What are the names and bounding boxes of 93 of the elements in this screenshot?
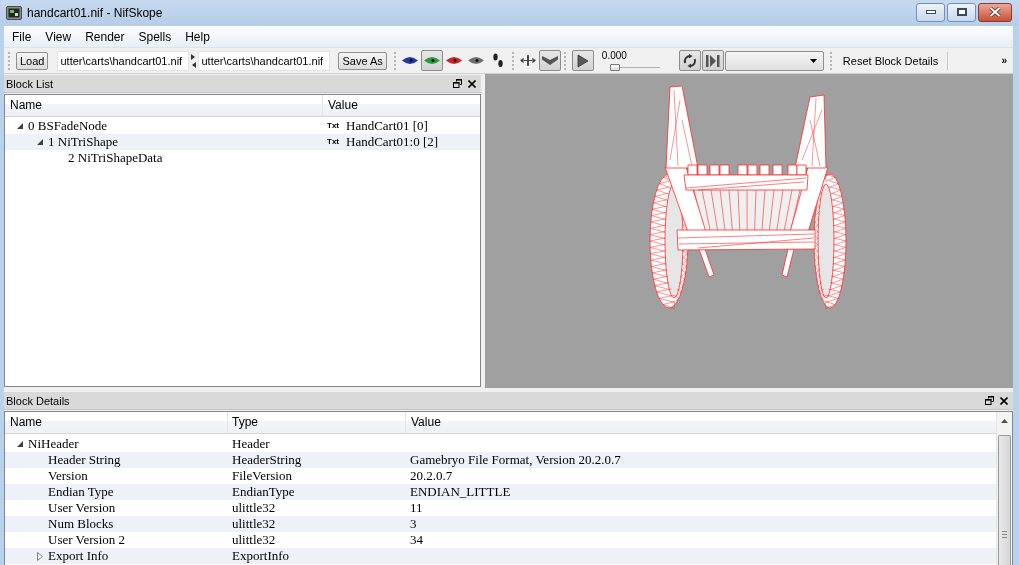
menu-item[interactable]: Help bbox=[178, 29, 217, 44]
expanded-triangle-icon[interactable] bbox=[17, 123, 23, 129]
loop-icon bbox=[682, 53, 697, 68]
close-button[interactable] bbox=[978, 2, 1012, 22]
tree-row[interactable]: 2 NiTriShapeData bbox=[5, 150, 480, 166]
block-name: 1 NiTriShape bbox=[48, 134, 118, 150]
window-title: handcart01.nif - NifSkope bbox=[27, 6, 164, 20]
close-icon[interactable] bbox=[1000, 396, 1008, 405]
close-icon bbox=[989, 7, 1001, 17]
scrollbar-thumb[interactable] bbox=[998, 435, 1011, 565]
table-row[interactable]: Version FileVersion 20.2.0.7 bbox=[5, 468, 996, 484]
save-as-button[interactable]: Save As bbox=[338, 51, 387, 70]
field-name: User Version 2 bbox=[48, 532, 126, 548]
field-type: ulittle32 bbox=[232, 500, 276, 516]
play-button[interactable] bbox=[571, 50, 594, 71]
block-value: HandCart01:0 [2] bbox=[346, 134, 439, 150]
table-row[interactable]: User Version 2 ulittle32 34 bbox=[5, 532, 996, 548]
field-type: ulittle32 bbox=[232, 516, 276, 532]
field-name: Export Info bbox=[48, 548, 109, 564]
arrows-bar-icon bbox=[519, 55, 536, 66]
table-row[interactable]: NiHeader Header bbox=[5, 436, 996, 452]
path-field[interactable]: utter\carts\handcart01.nif bbox=[57, 50, 190, 71]
menu-item[interactable]: Spells bbox=[131, 29, 179, 44]
dock-title: Block Details bbox=[6, 394, 71, 407]
field-value: ENDIAN_LITTLE bbox=[410, 484, 511, 499]
menu-item[interactable]: File bbox=[5, 29, 39, 44]
expanded-triangle-icon[interactable] bbox=[37, 139, 43, 145]
text-tag: Txt bbox=[327, 121, 339, 131]
field-type: ulittle32 bbox=[232, 532, 276, 548]
collapsed-triangle-icon[interactable] bbox=[37, 551, 43, 561]
float-icon[interactable] bbox=[453, 79, 462, 88]
field-name: Num Blocks bbox=[48, 516, 114, 532]
table-row[interactable]: Num Blocks ulittle32 3 bbox=[5, 516, 996, 532]
field-type: ExportInfo bbox=[232, 548, 290, 564]
loop-button[interactable] bbox=[678, 50, 701, 71]
field-value: 20.2.0.7 bbox=[410, 468, 453, 483]
time-value: 0.000 bbox=[600, 51, 627, 61]
chevron-down-icon bbox=[541, 56, 558, 65]
field-name: Version bbox=[48, 468, 88, 484]
scroll-up-icon[interactable] bbox=[1001, 419, 1008, 423]
tree-row[interactable]: 1 NiTriShape Txt HandCart01:0 [2] bbox=[5, 134, 480, 150]
field-name: Header String bbox=[48, 452, 121, 468]
play-icon bbox=[576, 53, 589, 68]
column-header[interactable]: Value bbox=[406, 412, 996, 433]
animation-dropdown[interactable] bbox=[724, 50, 824, 71]
step-end-icon bbox=[705, 54, 720, 67]
app-icon bbox=[6, 5, 22, 21]
block-name: 0 BSFadeNode bbox=[28, 118, 108, 134]
field-name: User Version bbox=[48, 500, 116, 516]
field-type: HeaderString bbox=[232, 452, 302, 468]
menu-item[interactable]: View bbox=[38, 29, 79, 44]
column-header[interactable]: Type bbox=[228, 412, 406, 433]
menu-item[interactable]: Render bbox=[78, 29, 132, 44]
field-value: 34 bbox=[410, 532, 423, 547]
table-row[interactable]: Header String HeaderString Gamebryo File Format, Version 20.2.0.7 bbox=[5, 452, 996, 468]
field-type: EndianType bbox=[232, 484, 295, 500]
path-field[interactable]: utter\carts\handcart01.nif bbox=[198, 50, 331, 71]
scrollbar[interactable] bbox=[996, 412, 1012, 565]
splitter-handle-icon[interactable] bbox=[191, 52, 197, 69]
step-button[interactable] bbox=[701, 50, 724, 71]
toolbar-overflow-button[interactable]: » bbox=[1001, 55, 1007, 66]
caret-down-icon bbox=[809, 58, 817, 63]
table-row[interactable]: Export Info ExportInfo bbox=[5, 548, 996, 564]
table-row[interactable]: Endian Type EndianType ENDIAN_LITTLE bbox=[5, 484, 996, 500]
minimize-icon bbox=[925, 10, 936, 14]
chevron-button[interactable] bbox=[538, 50, 561, 71]
slider-thumb[interactable] bbox=[609, 64, 620, 71]
field-value: 11 bbox=[410, 500, 423, 515]
footprints-icon bbox=[492, 53, 503, 68]
field-type: Header bbox=[232, 436, 270, 452]
block-name: 2 NiTriShapeData bbox=[68, 150, 163, 166]
maximize-icon bbox=[956, 8, 967, 16]
expanded-triangle-icon[interactable] bbox=[17, 441, 23, 447]
reset-block-details-button[interactable]: Reset Block Details bbox=[839, 50, 942, 71]
field-type: FileVersion bbox=[232, 468, 292, 484]
field-name: NiHeader bbox=[28, 436, 79, 452]
field-value: Gamebryo File Format, Version 20.2.0.7 bbox=[410, 452, 621, 467]
column-header[interactable]: Name bbox=[5, 95, 323, 116]
dock-title: Block List bbox=[6, 77, 55, 90]
column-header[interactable]: Value bbox=[323, 95, 480, 116]
table-row[interactable]: User Version ulittle32 11 bbox=[5, 500, 996, 516]
tree-row[interactable]: 0 BSFadeNode Txt HandCart01 [0] bbox=[5, 118, 480, 134]
column-header[interactable]: Name bbox=[5, 412, 228, 433]
field-name: Endian Type bbox=[48, 484, 114, 500]
text-tag: Txt bbox=[327, 137, 339, 147]
time-slider[interactable] bbox=[609, 64, 660, 71]
field-value: 3 bbox=[410, 516, 417, 531]
float-icon[interactable] bbox=[985, 396, 994, 405]
block-value: HandCart01 [0] bbox=[346, 118, 428, 134]
load-button[interactable]: Load bbox=[16, 51, 49, 70]
maximize-button[interactable] bbox=[947, 2, 976, 22]
minimize-button[interactable] bbox=[916, 2, 945, 22]
close-icon[interactable] bbox=[468, 79, 476, 88]
